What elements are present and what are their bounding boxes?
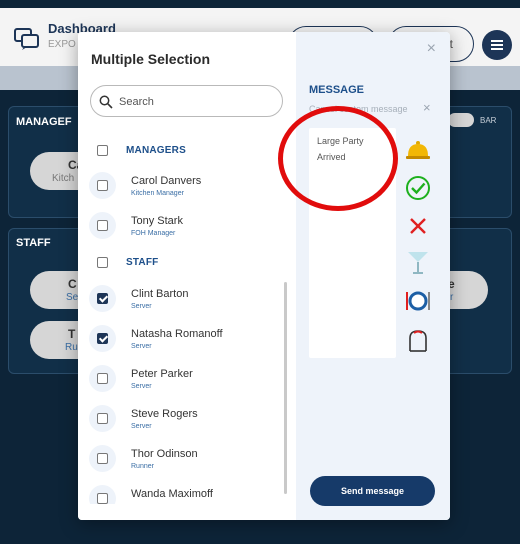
member-name: Carol Danvers [131, 175, 202, 187]
member-role: Server [131, 423, 152, 430]
checkbox-wrap [89, 212, 116, 239]
bell-icon[interactable] [405, 136, 431, 162]
member-role: Server [131, 383, 152, 390]
group-label: STAFF [126, 257, 159, 268]
recipient-list: MANAGERS Carol Danvers Kitchen Manager T… [78, 134, 296, 504]
bag-icon[interactable] [405, 328, 431, 354]
managers-section-label: MANAGEF [16, 116, 72, 128]
header-button-2-label: t [449, 37, 453, 51]
list-scrollbar[interactable] [284, 282, 287, 494]
member-name: Peter Parker [131, 368, 193, 380]
bg-chip-role: Se [66, 292, 79, 303]
list-item[interactable]: Natasha Romanoff Server [78, 319, 288, 355]
send-message-button[interactable]: Send message [310, 476, 435, 506]
member-checkbox[interactable] [97, 373, 108, 384]
member-checkbox-checked[interactable] [97, 293, 108, 304]
member-name: Natasha Romanoff [131, 328, 223, 340]
checkbox-wrap [89, 445, 116, 472]
member-role: FOH Manager [131, 230, 176, 237]
checkbox-wrap [89, 365, 116, 392]
list-item[interactable]: Peter Parker Server [78, 359, 288, 395]
member-role: Runner [131, 463, 154, 470]
group-row-managers[interactable]: MANAGERS [78, 140, 288, 160]
member-name: Tony Stark [131, 215, 183, 227]
cocktail-glass-icon[interactable] [405, 249, 431, 275]
member-checkbox[interactable] [97, 220, 108, 231]
search-icon [99, 95, 113, 109]
member-role: Kitchen Manager [131, 190, 184, 197]
checkbox-wrap [89, 172, 116, 199]
member-checkbox-checked[interactable] [97, 333, 108, 344]
member-checkbox[interactable] [97, 413, 108, 424]
search-input[interactable] [119, 92, 277, 112]
recipient-panel: Multiple Selection MANAGERS Carol Danver… [78, 32, 296, 520]
checkbox-wrap [89, 285, 116, 312]
checkbox-wrap [89, 485, 116, 504]
list-item[interactable]: Thor Odinson Runner [78, 439, 288, 475]
bg-chip-role: Kitch [52, 173, 75, 184]
bg-chip-name: T [68, 327, 76, 341]
member-role: Server [131, 303, 152, 310]
checkbox-wrap [89, 325, 116, 352]
multiple-selection-modal: Multiple Selection MANAGERS Carol Danver… [78, 32, 450, 520]
group-row-staff[interactable]: STAFF [78, 252, 288, 272]
plate-icon[interactable] [405, 288, 431, 314]
member-name: Clint Barton [131, 288, 189, 300]
staff-section-label: STAFF [16, 237, 51, 249]
app-subtitle: EXPO [48, 39, 76, 50]
group-checkbox-managers[interactable] [97, 145, 108, 156]
search-box[interactable] [90, 85, 283, 117]
member-role: Server [131, 343, 152, 350]
list-item[interactable]: Clint Barton Server [78, 279, 288, 315]
menu-button[interactable] [482, 30, 512, 60]
member-checkbox[interactable] [97, 493, 108, 504]
message-title: MESSAGE [309, 84, 365, 96]
x-mark-icon[interactable] [405, 213, 431, 239]
member-name: Steve Rogers [131, 408, 198, 420]
check-circle-icon[interactable] [405, 175, 431, 201]
list-item[interactable]: Carol Danvers Kitchen Manager [78, 166, 288, 202]
group-label: MANAGERS [126, 145, 186, 156]
group-checkbox-staff[interactable] [97, 257, 108, 268]
modal-title: Multiple Selection [91, 51, 211, 67]
list-item[interactable]: Steve Rogers Server [78, 399, 288, 435]
checkbox-wrap [89, 405, 116, 432]
bg-chip-name: C [68, 277, 77, 291]
cancel-message-close-icon[interactable]: × [423, 100, 431, 115]
member-checkbox[interactable] [97, 180, 108, 191]
list-item[interactable]: Tony Stark FOH Manager [78, 206, 288, 242]
bg-chip-role: Ru [65, 342, 78, 353]
list-item[interactable]: Wanda Maximoff [78, 479, 288, 504]
bg-chip-role: r [450, 292, 454, 303]
bar-toggle[interactable] [448, 113, 474, 127]
annotation-circle [278, 106, 398, 211]
member-name: Thor Odinson [131, 448, 198, 460]
bar-label: BAR [480, 116, 497, 125]
member-name: Wanda Maximoff [131, 488, 213, 500]
chat-logo-icon [14, 28, 39, 50]
member-checkbox[interactable] [97, 453, 108, 464]
message-panel: × MESSAGE Cancel custom message × Large … [296, 32, 450, 520]
close-icon[interactable]: × [427, 40, 436, 58]
